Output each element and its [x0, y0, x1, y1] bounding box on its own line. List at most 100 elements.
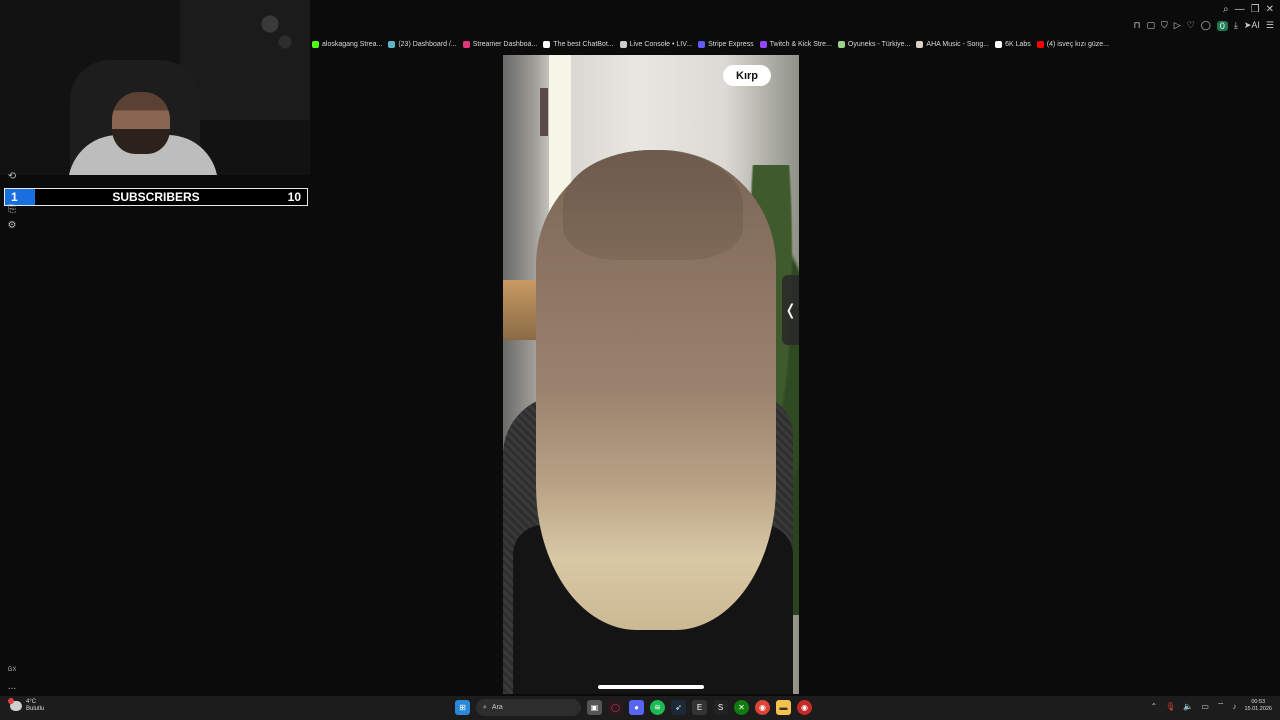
- dashboard-favicon-icon: [388, 40, 396, 48]
- oyuneks-favicon-icon: [837, 40, 845, 48]
- xbox-icon[interactable]: ✕: [734, 700, 749, 715]
- file-explorer-icon[interactable]: ▬: [776, 700, 791, 715]
- bookmark-label: The best ChatBot...: [553, 40, 614, 48]
- aha-music-favicon-icon: [916, 40, 924, 48]
- cloud-icon: [8, 698, 22, 711]
- ai-label: AI: [1251, 20, 1260, 30]
- bookmark-label: (4) isveç kızı güze...: [1046, 40, 1109, 48]
- kick-favicon-icon: [312, 40, 319, 48]
- volume-icon[interactable]: ♪: [1232, 702, 1236, 711]
- shield-icon[interactable]: ⛉: [1161, 20, 1168, 31]
- bookmark-item[interactable]: Twitch & Kick Stre...: [759, 38, 832, 50]
- ai-button[interactable]: ➤AI: [1244, 20, 1260, 31]
- bookmark-item[interactable]: Streamer Dashboa...: [462, 38, 538, 50]
- history-icon[interactable]: ⟲: [6, 171, 18, 182]
- opera-gx-icon[interactable]: ◯: [608, 700, 623, 715]
- system-tray: ⌃ 🎙 🔈 ▭ ⌔ ♪ 00:53 15.01.2026: [1151, 699, 1272, 713]
- minimize-icon[interactable]: —: [1235, 4, 1245, 15]
- search-placeholder: Ara: [491, 704, 503, 711]
- bookmark-label: Oyuneks - Türkiye...: [847, 40, 911, 48]
- play-icon[interactable]: ▷: [1174, 20, 1181, 31]
- settings-icon[interactable]: ⚙: [6, 220, 18, 231]
- speaker-icon[interactable]: 🔈: [1183, 702, 1193, 711]
- clock-time: 00:53: [1251, 699, 1266, 705]
- weather-widget[interactable]: 4°C Bulutlu: [8, 698, 44, 713]
- chat-icon[interactable]: ◯: [1201, 20, 1211, 31]
- bookmark-item[interactable]: Live Console • LIV...: [619, 38, 693, 50]
- stripe-favicon-icon: [698, 40, 706, 48]
- windows-start-icon[interactable]: ⊞: [455, 700, 470, 715]
- search-icon[interactable]: ⌕: [1223, 4, 1229, 15]
- task-view-icon[interactable]: ▣: [587, 700, 602, 715]
- extensions-bar: ⊓ ▢ ⛉ ▷ ♡ ◯ 0 ⤓ ➤AI ☰: [1133, 20, 1274, 31]
- extension-badge[interactable]: 0: [1216, 20, 1228, 31]
- microphone-icon[interactable]: 🎙: [1165, 702, 1175, 711]
- bookmark-label: (23) Dashboard /...: [398, 40, 457, 48]
- subscriber-goal-label: SUBSCRIBERS: [112, 190, 200, 204]
- live-console-favicon-icon: [619, 40, 627, 48]
- wifi-icon[interactable]: ⌔: [1217, 701, 1225, 711]
- screenshot-icon[interactable]: ▢: [1147, 20, 1156, 31]
- bookmark-item[interactable]: Oyuneks - Türkiye...: [837, 38, 911, 50]
- bookmark-item[interactable]: aloskagang Strea...: [312, 38, 382, 50]
- pin-icon[interactable]: ⊓: [1133, 20, 1140, 31]
- chevron-up-icon[interactable]: ⌃: [1151, 702, 1158, 711]
- webcam-streamer-head: [112, 92, 170, 154]
- bookmark-item[interactable]: The best ChatBot...: [543, 38, 614, 50]
- bookmark-label: Stripe Express: [708, 40, 754, 48]
- subscriber-goal-bar: 1 SUBSCRIBERS 10: [4, 188, 308, 206]
- weather-temp: 4°C: [26, 699, 37, 705]
- weather-alert-dot: [8, 698, 14, 704]
- vertical-video-player[interactable]: Kırp ❬: [503, 55, 799, 694]
- taskbar-apps: ⊞ ⌕ Ara ▣ ◯ ● ≋ ➶ E S ✕ ◉ ▬ ◉: [455, 699, 812, 716]
- weather-condition: Bulutlu: [26, 706, 45, 712]
- bookmark-label: Streamer Dashboa...: [472, 40, 538, 48]
- webcam-decoration: [250, 0, 300, 60]
- crop-button[interactable]: Kırp: [723, 65, 771, 86]
- taskbar-search[interactable]: ⌕ Ara: [476, 699, 581, 716]
- bookmark-item[interactable]: 6K Labs: [995, 38, 1031, 50]
- video-shelf: [503, 280, 539, 340]
- streamer-favicon-icon: [462, 40, 470, 48]
- stripe-app-icon[interactable]: S: [713, 700, 728, 715]
- weather-text: 4°C Bulutlu: [26, 699, 44, 713]
- heart-icon[interactable]: ♡: [1187, 20, 1195, 31]
- bookmark-item[interactable]: AHA Music - Song...: [916, 38, 989, 50]
- network-icon[interactable]: ▭: [1201, 702, 1209, 711]
- clock[interactable]: 00:53 15.01.2026: [1244, 699, 1272, 713]
- side-panel-toggle[interactable]: ❬: [782, 275, 799, 345]
- bookmarks-bar: aloskagang Strea... (23) Dashboard /... …: [312, 38, 1109, 50]
- window-controls: ⌕ — ❐ ✕: [1223, 4, 1274, 15]
- gx-corner-label[interactable]: GX: [6, 667, 18, 673]
- chatbot-favicon-icon: [543, 40, 551, 48]
- webcam-overlay: [0, 0, 310, 175]
- discord-icon[interactable]: ●: [629, 700, 644, 715]
- steam-icon[interactable]: ➶: [671, 700, 686, 715]
- search-icon: ⌕: [483, 703, 487, 711]
- download-icon[interactable]: ⤓: [1234, 20, 1238, 31]
- epic-games-icon[interactable]: E: [692, 700, 707, 715]
- extensions-icon[interactable]: ⎘: [6, 204, 18, 215]
- bookmark-label: AHA Music - Song...: [926, 40, 990, 48]
- restore-icon[interactable]: ❐: [1251, 4, 1260, 15]
- clock-date: 15.01.2026: [1244, 706, 1272, 712]
- spotify-icon[interactable]: ≋: [650, 700, 665, 715]
- bookmark-label: Twitch & Kick Stre...: [769, 40, 832, 48]
- home-indicator[interactable]: [598, 685, 704, 689]
- bookmark-item[interactable]: (4) isveç kızı güze...: [1036, 38, 1109, 50]
- video-hair-crown: [563, 150, 743, 260]
- bookmark-item[interactable]: Stripe Express: [698, 38, 754, 50]
- bookmark-label: Live Console • LIV...: [629, 40, 693, 48]
- chrome-icon[interactable]: ◉: [755, 700, 770, 715]
- youtube-favicon-icon: [1036, 40, 1044, 48]
- bookmark-item[interactable]: (23) Dashboard /...: [388, 38, 457, 50]
- bookmark-label: aloskagang Strea...: [322, 40, 383, 48]
- menu-icon[interactable]: ☰: [1266, 20, 1274, 31]
- close-icon[interactable]: ✕: [1266, 4, 1274, 15]
- twitch-favicon-icon: [759, 40, 767, 48]
- subscriber-goal-target: 10: [287, 190, 301, 204]
- 6k-labs-favicon-icon: [995, 40, 1003, 48]
- windows-taskbar: 4°C Bulutlu ⊞ ⌕ Ara ▣ ◯ ● ≋ ➶ E S ✕ ◉ ▬ …: [0, 696, 1280, 720]
- recording-app-icon[interactable]: ◉: [797, 700, 812, 715]
- more-options[interactable]: ...: [6, 681, 18, 692]
